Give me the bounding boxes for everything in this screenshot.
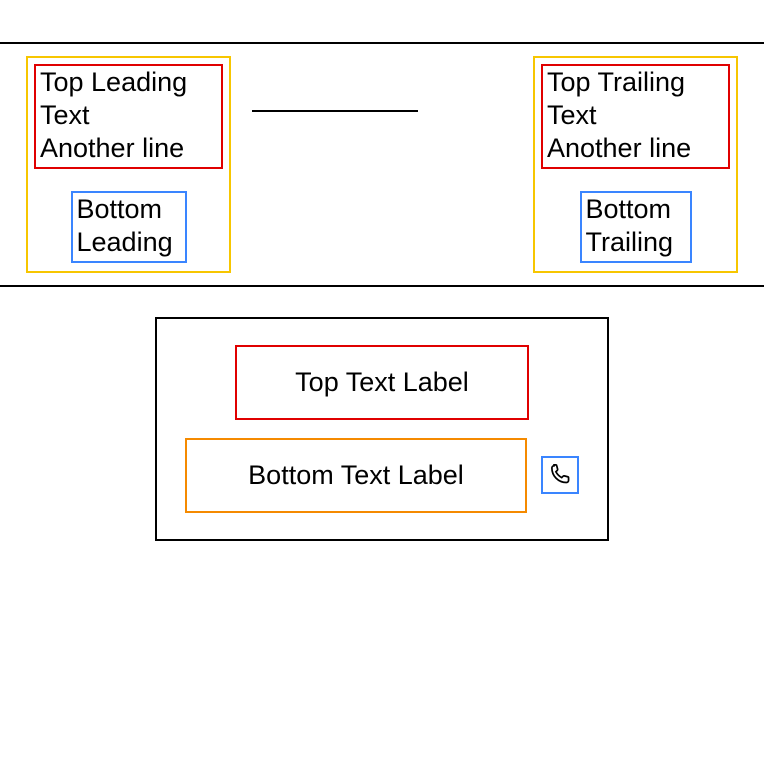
top-leading-text-box: Top Leading Text Another line	[34, 64, 223, 169]
top-leading-text-line: Text	[40, 99, 217, 132]
top-trailing-text-box: Top Trailing Text Another line	[541, 64, 730, 169]
top-row-container: Top Leading Text Another line Bottom Lea…	[0, 42, 764, 287]
top-trailing-text-line: Top Trailing	[547, 66, 724, 99]
top-leading-text-line: Top Leading	[40, 66, 217, 99]
bottom-section: Top Text Label Bottom Text Label	[0, 317, 764, 541]
bottom-row: Bottom Text Label	[183, 438, 581, 513]
trailing-group: Top Trailing Text Another line Bottom Tr…	[533, 56, 738, 273]
bottom-trailing-text-box: Bottom Trailing	[580, 191, 692, 263]
bottom-container: Top Text Label Bottom Text Label	[155, 317, 609, 541]
bottom-leading-text-box: Bottom Leading	[71, 191, 187, 263]
bottom-trailing-text-line: Bottom	[586, 193, 686, 226]
leading-group: Top Leading Text Another line Bottom Lea…	[26, 56, 231, 273]
top-trailing-text-line: Text	[547, 99, 724, 132]
top-text-label: Top Text Label	[235, 345, 529, 420]
bottom-text-label: Bottom Text Label	[185, 438, 527, 513]
phone-icon	[541, 456, 579, 494]
top-trailing-text-line: Another line	[547, 132, 724, 165]
bottom-leading-text-line: Bottom	[77, 193, 181, 226]
top-leading-text-line: Another line	[40, 132, 217, 165]
bottom-leading-text-line: Leading	[77, 226, 181, 259]
horizontal-divider	[252, 110, 418, 112]
bottom-trailing-text-line: Trailing	[586, 226, 686, 259]
